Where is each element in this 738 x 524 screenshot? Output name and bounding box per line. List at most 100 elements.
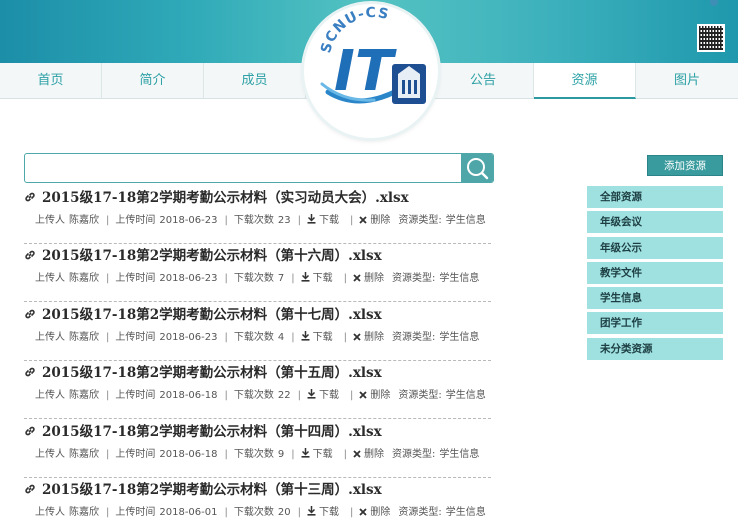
resource-title-text: 2015级17-18第2学期考勤公示材料（第十四周）.xlsx: [42, 424, 382, 440]
nav-item-members[interactable]: 成员: [204, 63, 306, 99]
uploader-label: 上传人: [35, 507, 65, 518]
uploader-name: 陈嘉欣: [69, 449, 99, 460]
download-button[interactable]: 下载: [307, 214, 343, 226]
resource-meta: 上传人 陈嘉欣 | 上传时间 2018-06-18 | 下载次数 22 | 下载 | 删除 资源类型: 学…: [35, 389, 486, 401]
site-logo[interactable]: SCNU-CS IT: [304, 4, 438, 138]
delete-icon: [359, 216, 367, 224]
download-count: 23: [277, 215, 291, 226]
nav-item-resources[interactable]: 资源: [534, 63, 636, 99]
delete-label: 删除: [364, 449, 384, 460]
nav-item-intro[interactable]: 简介: [102, 63, 204, 99]
download-button[interactable]: 下载: [301, 331, 337, 343]
download-count-label: 下载次数: [233, 273, 274, 284]
search-button[interactable]: [461, 154, 493, 182]
qr-code-icon: [697, 24, 725, 52]
resource-type-label: 资源类型:: [398, 390, 442, 401]
delete-button[interactable]: 删除: [359, 507, 394, 518]
delete-button[interactable]: 删除: [353, 332, 388, 343]
download-label: 下载: [318, 507, 339, 518]
nav-item-home[interactable]: 首页: [0, 63, 102, 99]
link-icon: [24, 249, 38, 265]
category-grade-notice[interactable]: 年级公示: [587, 237, 723, 259]
resource-type-label: 资源类型:: [398, 215, 442, 226]
download-button[interactable]: 下载: [301, 272, 337, 284]
delete-label: 删除: [370, 507, 391, 518]
upload-time: 2018-06-23: [159, 332, 218, 343]
delete-icon: [359, 508, 367, 516]
resource-title-text: 2015级17-18第2学期考勤公示材料（第十三周）.xlsx: [42, 482, 382, 498]
resource-type-label: 资源类型:: [398, 507, 442, 518]
download-button[interactable]: 下载: [307, 389, 343, 401]
resource-meta: 上传人 陈嘉欣 | 上传时间 2018-06-23 | 下载次数 7 | 下载 | 删除 资源类型: 学生…: [35, 272, 480, 284]
uploader-label: 上传人: [35, 449, 65, 460]
download-count: 7: [277, 273, 285, 284]
search-input[interactable]: [25, 154, 463, 182]
category-student-info[interactable]: 学生信息: [587, 287, 723, 309]
download-button[interactable]: 下载: [307, 506, 343, 518]
link-icon: [24, 483, 38, 499]
resource-type: 学生信息: [439, 332, 480, 343]
download-count-label: 下载次数: [233, 390, 274, 401]
upload-time-label: 上传时间: [115, 332, 156, 343]
resource-item: 2015级17-18第2学期考勤公示材料（第十七周）.xlsx 上传人 陈嘉欣 | 上传…: [24, 303, 491, 361]
uploader-label: 上传人: [35, 215, 65, 226]
category-all[interactable]: 全部资源: [587, 186, 723, 208]
delete-icon: [353, 450, 361, 458]
download-icon: [307, 214, 316, 224]
resource-meta: 上传人 陈嘉欣 | 上传时间 2018-06-23 | 下载次数 4 | 下载 | 删除 资源类型: 学生…: [35, 331, 480, 343]
category-league-work[interactable]: 团学工作: [587, 312, 723, 334]
download-label: 下载: [312, 449, 333, 460]
page: 首页 简介 成员 公告 资源 图片 SCNU-CS IT 2015级17-18第…: [0, 0, 738, 524]
download-icon: [307, 506, 316, 516]
uploader-label: 上传人: [35, 273, 65, 284]
download-count-label: 下载次数: [233, 215, 274, 226]
download-icon: [301, 331, 310, 341]
delete-button[interactable]: 删除: [353, 273, 388, 284]
add-resource-button[interactable]: 添加资源: [647, 155, 723, 176]
delete-button[interactable]: 删除: [359, 215, 394, 226]
delete-button[interactable]: 删除: [353, 449, 388, 460]
search-box: [24, 153, 494, 183]
resource-title[interactable]: 2015级17-18第2学期考勤公示材料（实习动员大会）.xlsx: [24, 186, 409, 206]
resource-title[interactable]: 2015级17-18第2学期考勤公示材料（第十三周）.xlsx: [24, 478, 382, 498]
resource-title[interactable]: 2015级17-18第2学期考勤公示材料（第十七周）.xlsx: [24, 303, 382, 323]
resource-type-label: 资源类型:: [392, 449, 436, 460]
resource-type-label: 资源类型:: [392, 332, 436, 343]
category-teaching-files[interactable]: 教学文件: [587, 262, 723, 284]
delete-label: 删除: [364, 332, 384, 343]
resource-title[interactable]: 2015级17-18第2学期考勤公示材料（第十五周）.xlsx: [24, 361, 382, 381]
resource-type: 学生信息: [445, 507, 486, 518]
uploader-name: 陈嘉欣: [69, 390, 99, 401]
resource-item: 2015级17-18第2学期考勤公示材料（第十五周）.xlsx 上传人 陈嘉欣 | 上传…: [24, 361, 491, 419]
link-icon: [24, 308, 38, 324]
resource-item: 2015级17-18第2学期考勤公示材料（实习动员大会）.xlsx 上传人 陈嘉欣 |…: [24, 186, 491, 244]
nav-item-pictures[interactable]: 图片: [636, 63, 738, 99]
upload-time-label: 上传时间: [115, 390, 156, 401]
delete-button[interactable]: 删除: [359, 390, 394, 401]
resource-title[interactable]: 2015级17-18第2学期考勤公示材料（第十四周）.xlsx: [24, 420, 382, 440]
uploader-name: 陈嘉欣: [69, 273, 99, 284]
nav-item-notices[interactable]: 公告: [432, 63, 534, 99]
download-label: 下载: [318, 215, 339, 226]
download-count: 4: [277, 332, 285, 343]
resource-title[interactable]: 2015级17-18第2学期考勤公示材料（第十六周）.xlsx: [24, 244, 382, 264]
search-icon: [467, 158, 489, 180]
download-count-label: 下载次数: [233, 449, 274, 460]
download-icon: [307, 389, 316, 399]
download-count-label: 下载次数: [233, 507, 274, 518]
resource-type-label: 资源类型:: [392, 273, 436, 284]
resource-type: 学生信息: [439, 449, 480, 460]
resource-meta: 上传人 陈嘉欣 | 上传时间 2018-06-01 | 下载次数 20 | 下载 | 删除 资源类型: 学…: [35, 506, 486, 518]
upload-time-label: 上传时间: [115, 507, 156, 518]
uploader-label: 上传人: [35, 390, 65, 401]
download-label: 下载: [312, 332, 333, 343]
category-uncategorized[interactable]: 未分类资源: [587, 338, 723, 360]
download-button[interactable]: 下载: [301, 448, 337, 460]
upload-time-label: 上传时间: [115, 273, 156, 284]
upload-time: 2018-06-18: [159, 390, 218, 401]
upload-time: 2018-06-23: [159, 273, 218, 284]
category-grade-meeting[interactable]: 年级会议: [587, 211, 723, 233]
download-count: 20: [277, 507, 291, 518]
download-count: 22: [277, 390, 291, 401]
link-icon: [24, 425, 38, 441]
